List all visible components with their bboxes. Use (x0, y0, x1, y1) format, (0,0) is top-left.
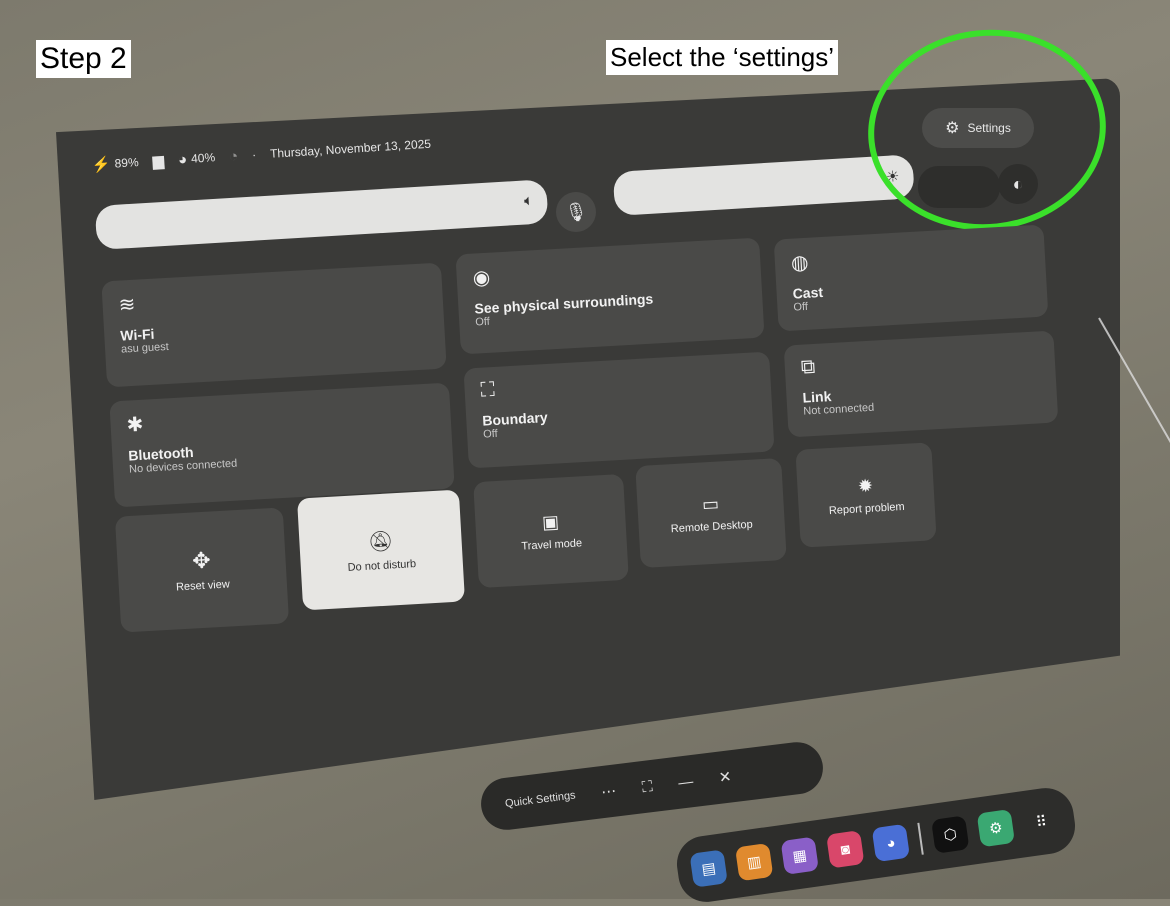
instruction-caption: Select the ‘settings’ (606, 40, 839, 75)
controller-disconnected-icon: ◔ (228, 147, 239, 165)
fullscreen-icon[interactable]: ⛶ (641, 778, 654, 796)
do-not-disturb-label: Do not disturb (347, 557, 417, 574)
minimize-icon[interactable]: — (677, 773, 694, 792)
volume-icon: 🔈︎ (523, 192, 534, 210)
camera-icon[interactable]: ◙ (826, 830, 865, 869)
tile-link[interactable]: ⧉ Link Not connected (783, 330, 1059, 438)
eye-icon: ◉ (472, 266, 491, 290)
browser-icon[interactable]: ▤ (689, 849, 728, 888)
battery-percent: 89% (114, 155, 140, 171)
close-icon[interactable]: ✕ (718, 767, 733, 786)
tile-travel-mode[interactable]: ▣ Travel mode (473, 473, 629, 589)
app-dock: ▤ ▥ ▦ ◙ ◕ ⬡ ⚙ ⠿ (673, 784, 1079, 906)
tile-report-problem[interactable]: ✹ Report problem (795, 442, 937, 548)
remote-desktop-label: Remote Desktop (670, 518, 753, 535)
window-bar: Quick Settings ⋯ ⛶ — ✕ (478, 739, 826, 833)
reset-view-label: Reset view (175, 578, 231, 594)
report-problem-label: Report problem (828, 500, 905, 517)
move-icon: ✥ (191, 547, 212, 574)
headset-icon: ▆ (152, 152, 165, 171)
travel-mode-label: Travel mode (521, 536, 583, 553)
tile-remote-desktop[interactable]: ▭ Remote Desktop (635, 458, 787, 568)
boundary-icon: ⛶ (480, 378, 496, 402)
bell-off-icon: 🔕︎ (367, 529, 394, 554)
chat-icon[interactable]: ▦ (780, 836, 819, 875)
battery-charging-icon: ⚡ (91, 155, 112, 174)
monitor-icon: ▭ (701, 493, 720, 514)
bug-icon: ✹ (857, 475, 874, 496)
explore-icon[interactable]: ◕ (871, 823, 911, 863)
controller-icon: ◕ (177, 150, 188, 169)
tile-do-not-disturb[interactable]: 🔕︎ Do not disturb (297, 489, 465, 611)
more-icon[interactable]: ⋯ (600, 781, 617, 801)
meta-icon[interactable]: ⬡ (931, 815, 970, 854)
link-icon: ⧉ (800, 355, 816, 379)
store-icon[interactable]: ▥ (734, 842, 774, 882)
cast-icon: ◍ (790, 251, 810, 275)
tile-wifi[interactable]: ︎≋ Wi-Fi asu guest (101, 262, 447, 388)
tile-passthrough[interactable]: ◉ See physical surroundings Off (455, 237, 765, 355)
step-caption: Step 2 (36, 40, 131, 78)
window-title: Quick Settings (504, 789, 577, 810)
dock-separator (917, 822, 924, 855)
luggage-icon: ▣ (541, 511, 560, 532)
controller-percent: 40% (190, 150, 216, 166)
tile-cast[interactable]: ◍ Cast Off (773, 224, 1049, 332)
tile-bluetooth[interactable]: ✱ Bluetooth No devices connected (109, 382, 455, 508)
settings-app-icon[interactable]: ⚙ (976, 808, 1016, 848)
date-text: Thursday, November 13, 2025 (269, 136, 432, 161)
bluetooth-icon: ✱ (126, 413, 145, 437)
battery-status: ⚡ 89% (91, 153, 139, 174)
mic-button[interactable]: 🎙︎ (556, 192, 596, 232)
tile-reset-view[interactable]: ✥ Reset view (114, 507, 290, 633)
mic-icon: 🎙︎ (564, 201, 588, 222)
tile-boundary[interactable]: ⛶ Boundary Off (463, 351, 775, 469)
separator-dot: · (251, 147, 257, 162)
wifi-icon: ︎≋ (118, 293, 137, 317)
controller-status: ◕ 40% (178, 149, 216, 168)
app-grid-icon[interactable]: ⠿ (1022, 803, 1060, 841)
